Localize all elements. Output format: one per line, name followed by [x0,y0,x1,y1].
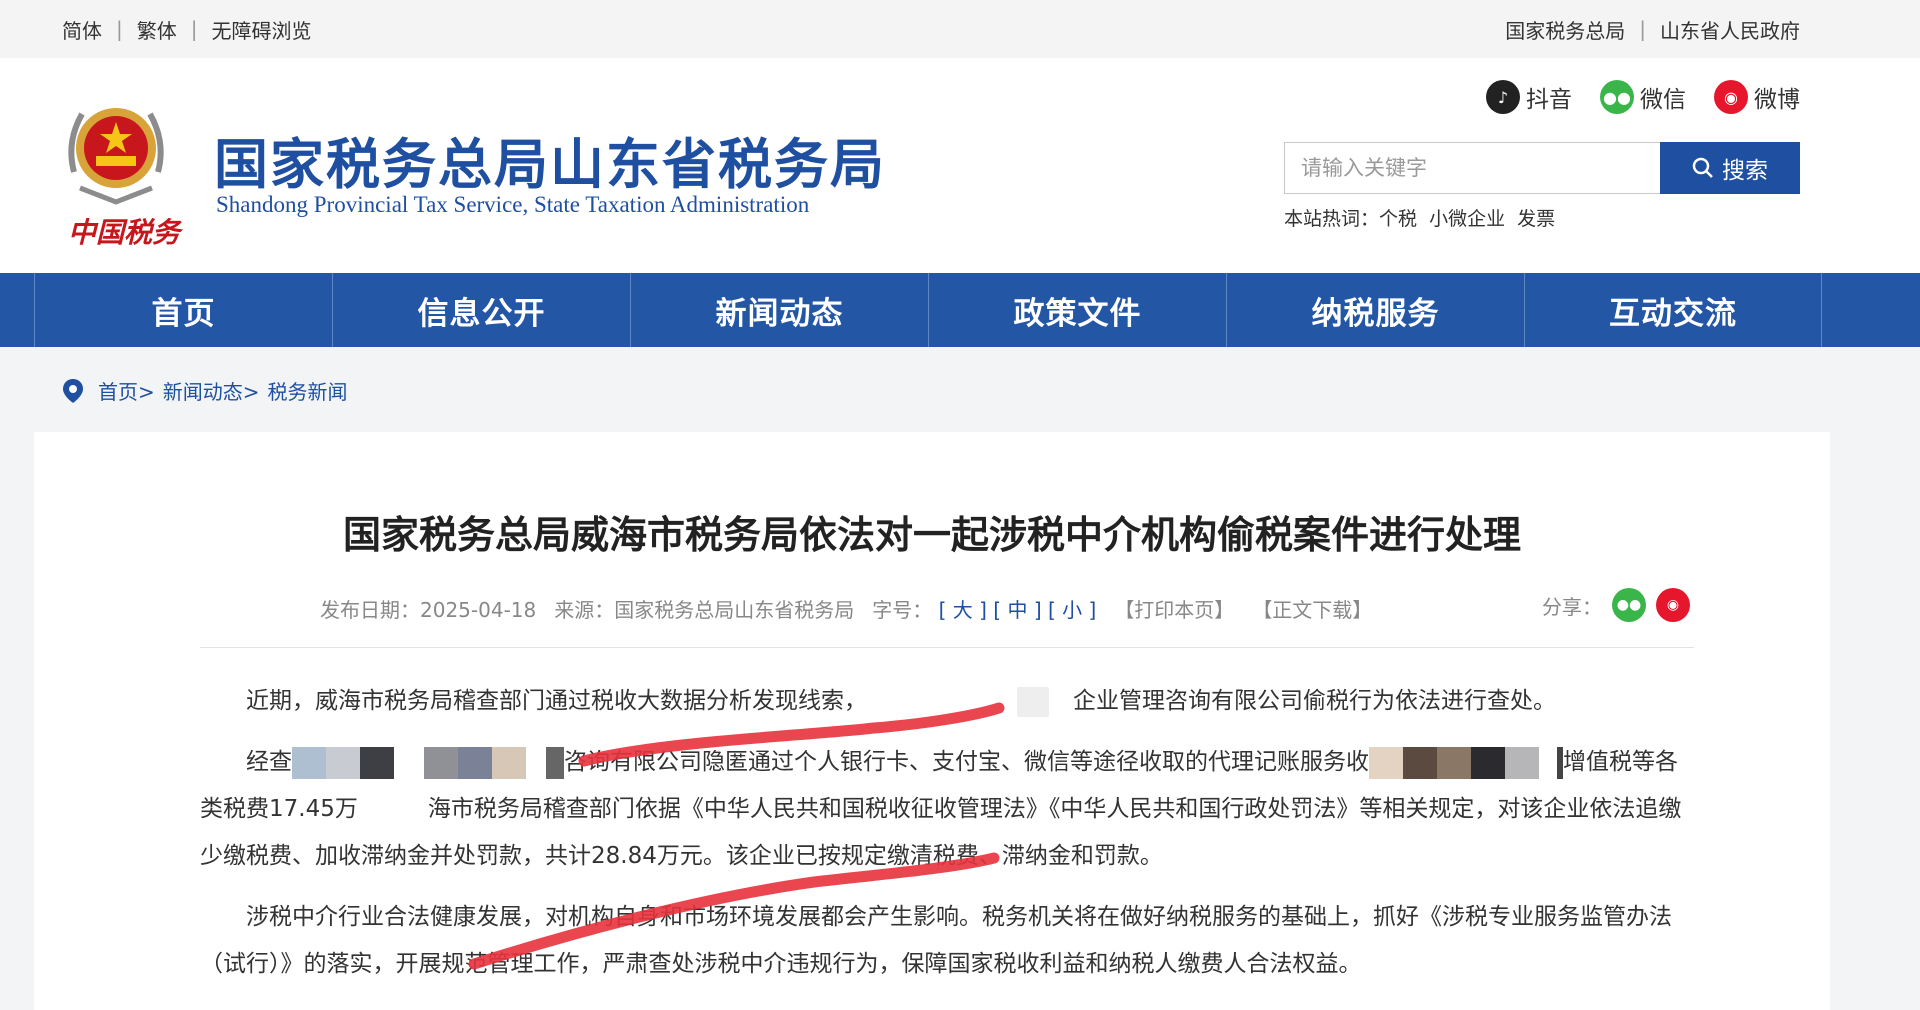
accessibility-link[interactable]: 无障碍浏览 [212,15,312,44]
separator: | [190,17,198,41]
simplified-chinese-link[interactable]: 简体 [62,15,102,44]
tax-emblem-logo[interactable]: 中国税务 [60,92,190,252]
nav-home[interactable]: 首页 [34,273,332,347]
print-button[interactable]: 【打印本页】 [1114,594,1234,623]
location-pin-icon [63,378,83,403]
hot-word[interactable]: 小微企业 [1429,208,1505,230]
nav-news[interactable]: 新闻动态 [630,273,928,347]
sta-link[interactable]: 国家税务总局 [1505,15,1625,44]
paragraph: 经查 咨询有限公司隐匿通过个人银行卡、支付宝、微信等途径收取的代理记账服务收 增值税… [200,739,1694,880]
top-utility-bar: 简体 | 繁体 | 无障碍浏览 国家税务总局 | 山东省人民政府 [0,0,1920,58]
redacted-mosaic [1369,746,1563,779]
nav-tax-service[interactable]: 纳税服务 [1226,273,1524,347]
language-links: 简体 | 繁体 | 无障碍浏览 [62,15,312,44]
hot-word[interactable]: 个税 [1379,208,1417,230]
breadcrumb: 首页> 新闻动态> 税务新闻 [62,376,348,405]
redacted-text [357,794,428,825]
font-size-label: 字号： [872,598,933,622]
main-nav: 首页 信息公开 新闻动态 政策文件 纳税服务 互动交流 [0,273,1920,347]
nav-info-disclosure[interactable]: 信息公开 [332,273,630,347]
font-small-button[interactable]: 小 [1062,598,1082,622]
site-header: 中国税务 国家税务总局山东省税务局 Shandong Provincial Ta… [0,58,1920,273]
site-title: 国家税务总局山东省税务局 [214,133,886,196]
search-button-label: 搜索 [1722,158,1768,184]
douyin-icon: ♪ [1486,80,1520,114]
publish-date: 发布日期：2025-04-18 [320,598,537,622]
weibo-icon: ◉ [1714,80,1748,114]
article-meta: 发布日期：2025-04-18 来源：国家税务总局山东省税务局 字号： [ 大 … [200,588,1694,648]
paragraph: 涉税中介行业合法健康发展，对机构自身和市场环境发展都会产生影响。税务机关将在做好… [200,904,1672,977]
weibo-share-icon[interactable]: ◉ [1656,588,1690,622]
share-area: 分享： ●● ◉ [1542,588,1690,622]
search-button[interactable]: 搜索 [1660,142,1800,194]
douyin-label: 抖音 [1526,87,1572,113]
weibo-label: 微博 [1754,87,1800,113]
article-title: 国家税务总局威海市税务局依法对一起涉税中介机构偷税案件进行处理 [342,513,1521,557]
hot-words-label: 本站热词： [1284,208,1380,230]
share-label: 分享： [1542,594,1602,619]
site-subtitle: Shandong Provincial Tax Service, State T… [216,192,810,217]
breadcrumb-news[interactable]: 新闻动态> [163,376,260,405]
shandong-gov-link[interactable]: 山东省人民政府 [1660,15,1800,44]
article-card: 国家税务总局威海市税务局依法对一起涉税中介机构偷税案件进行处理 发布日期：202… [34,432,1830,1010]
font-size-control: 字号： [ 大 ] [ 中 ] [ 小 ] [872,598,1097,622]
hot-words: 本站热词：个税 小微企业 发票 [1284,204,1555,231]
font-medium-button[interactable]: 中 [1007,598,1027,622]
social-links: ♪ 抖音 ●● 微信 ◉ 微博 [1486,80,1800,114]
external-links: 国家税务总局 | 山东省人民政府 [1505,15,1800,44]
font-large-button[interactable]: 大 [953,598,973,622]
site-search: 搜索 [1284,142,1800,194]
redacted-text [867,686,1017,717]
article-source: 来源：国家税务总局山东省税务局 [554,598,855,622]
wechat-icon: ●● [1600,80,1634,114]
download-button[interactable]: 【正文下载】 [1252,594,1372,623]
separator: | [116,17,123,41]
redacted-mosaic [292,746,564,779]
separator: | [1639,17,1646,41]
breadcrumb-tax-news[interactable]: 税务新闻 [268,376,348,405]
redacted-text [1017,686,1049,717]
wechat-share-icon[interactable]: ●● [1612,588,1646,622]
paragraph: 近期，威海市税务局稽查部门通过税收大数据分析发现线索， 企业管理咨询有限公司偷税行… [200,678,1694,725]
breadcrumb-home[interactable]: 首页> [98,376,155,405]
nav-policy[interactable]: 政策文件 [928,273,1226,347]
weibo-link[interactable]: ◉ 微博 [1714,80,1800,114]
traditional-chinese-link[interactable]: 繁体 [137,15,177,44]
hot-word[interactable]: 发票 [1517,208,1555,230]
douyin-link[interactable]: ♪ 抖音 [1486,80,1572,114]
wechat-label: 微信 [1640,87,1686,113]
wechat-link[interactable]: ●● 微信 [1600,80,1686,114]
search-input[interactable] [1284,142,1660,194]
svg-text:中国税务: 中国税务 [68,216,184,249]
article-body: 近期，威海市税务局稽查部门通过税收大数据分析发现线索， 企业管理咨询有限公司偷税行… [200,678,1694,1002]
search-icon [1692,157,1713,178]
nav-interaction[interactable]: 互动交流 [1524,273,1822,347]
